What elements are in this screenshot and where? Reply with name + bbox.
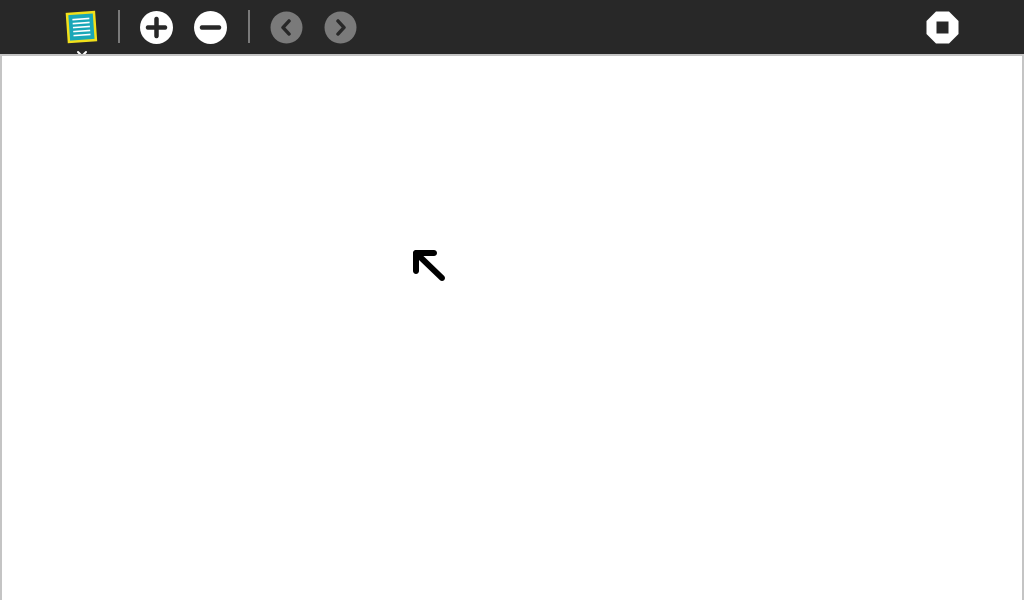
stop-icon xyxy=(926,11,959,44)
stop-button[interactable] xyxy=(925,10,960,45)
zoom-in-icon xyxy=(140,11,173,44)
app-window xyxy=(0,0,1024,600)
previous-icon xyxy=(270,11,303,44)
next-icon xyxy=(324,11,357,44)
arrow-up-left-icon xyxy=(412,249,446,283)
toolbar xyxy=(0,0,1024,57)
next-button[interactable] xyxy=(323,10,358,45)
zoom-in-button[interactable] xyxy=(139,10,174,45)
zoom-out-icon xyxy=(194,11,227,44)
canvas-area[interactable] xyxy=(0,54,1024,600)
toolbar-separator xyxy=(118,10,120,43)
toolbar-separator xyxy=(248,10,250,43)
previous-button[interactable] xyxy=(269,10,304,45)
zoom-out-button[interactable] xyxy=(193,10,228,45)
chevron-down-icon[interactable] xyxy=(76,43,88,57)
